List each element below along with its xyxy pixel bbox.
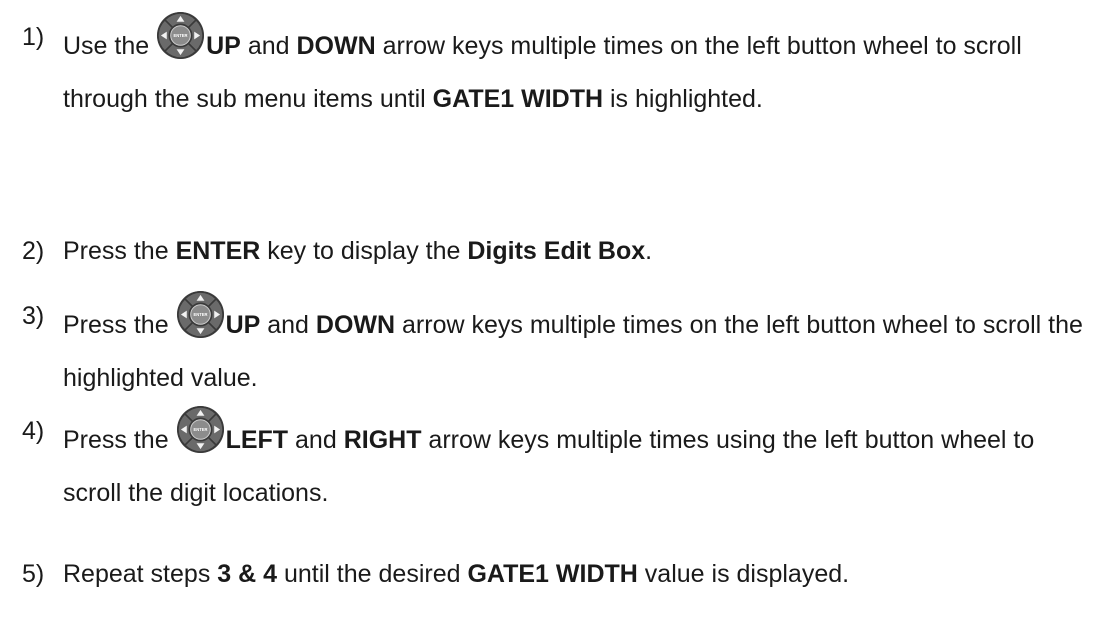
- step-5: 5) Repeat steps 3 & 4 until the desired …: [22, 548, 1097, 601]
- svg-text:ENTER: ENTER: [193, 312, 207, 317]
- step-reference: 3 & 4: [217, 560, 278, 588]
- step-text: Press the ENTER key to display the Digit…: [63, 237, 653, 265]
- menu-item-name: GATE1 WIDTH: [432, 85, 604, 113]
- step-text: Press the ENTER UP and DOWN arrow keys mu…: [63, 290, 1097, 405]
- dialog-name: Digits Edit Box: [467, 237, 646, 265]
- key-name: UP: [225, 311, 261, 339]
- button-wheel-icon: ENTER: [176, 290, 225, 339]
- step-4: 4) Press the ENTER LEFT and RIGHT arrow k…: [22, 405, 1097, 520]
- menu-item-name: GATE1 WIDTH: [467, 560, 638, 588]
- key-name: LEFT: [225, 426, 289, 454]
- button-wheel-icon: ENTER: [176, 405, 225, 454]
- step-number: 2): [22, 237, 45, 265]
- step-2: 2) Press the ENTER key to display the Di…: [22, 225, 1097, 278]
- key-name: ENTER: [175, 237, 261, 265]
- step-text: Use the ENTER UP and DOWN arrow keys mult…: [63, 11, 1097, 126]
- step-text: Repeat steps 3 & 4 until the desired GAT…: [63, 560, 850, 588]
- step-3: 3) Press the ENTER UP and DOWN arrow keys…: [22, 290, 1097, 405]
- button-wheel-graphic: ENTER: [176, 405, 224, 454]
- step-number: 3): [22, 302, 45, 330]
- step-1: 1) Use the ENTER UP and DOWN arrow keys m…: [22, 11, 1097, 126]
- step-number: 1): [22, 23, 45, 51]
- key-name: DOWN: [296, 32, 376, 60]
- key-name: DOWN: [315, 311, 396, 339]
- svg-text:ENTER: ENTER: [193, 427, 207, 432]
- step-number: 4): [22, 417, 45, 445]
- button-wheel-graphic: ENTER: [157, 11, 205, 60]
- instruction-list: 1) Use the ENTER UP and DOWN arrow keys m…: [0, 0, 1103, 621]
- button-wheel-icon: ENTER: [156, 11, 205, 60]
- key-name: RIGHT: [343, 426, 422, 454]
- key-name: UP: [206, 32, 241, 60]
- step-text: Press the ENTER LEFT and RIGHT arrow keys…: [63, 405, 1097, 520]
- button-wheel-graphic: ENTER: [176, 290, 224, 339]
- svg-text:ENTER: ENTER: [174, 33, 188, 38]
- step-number: 5): [22, 560, 45, 588]
